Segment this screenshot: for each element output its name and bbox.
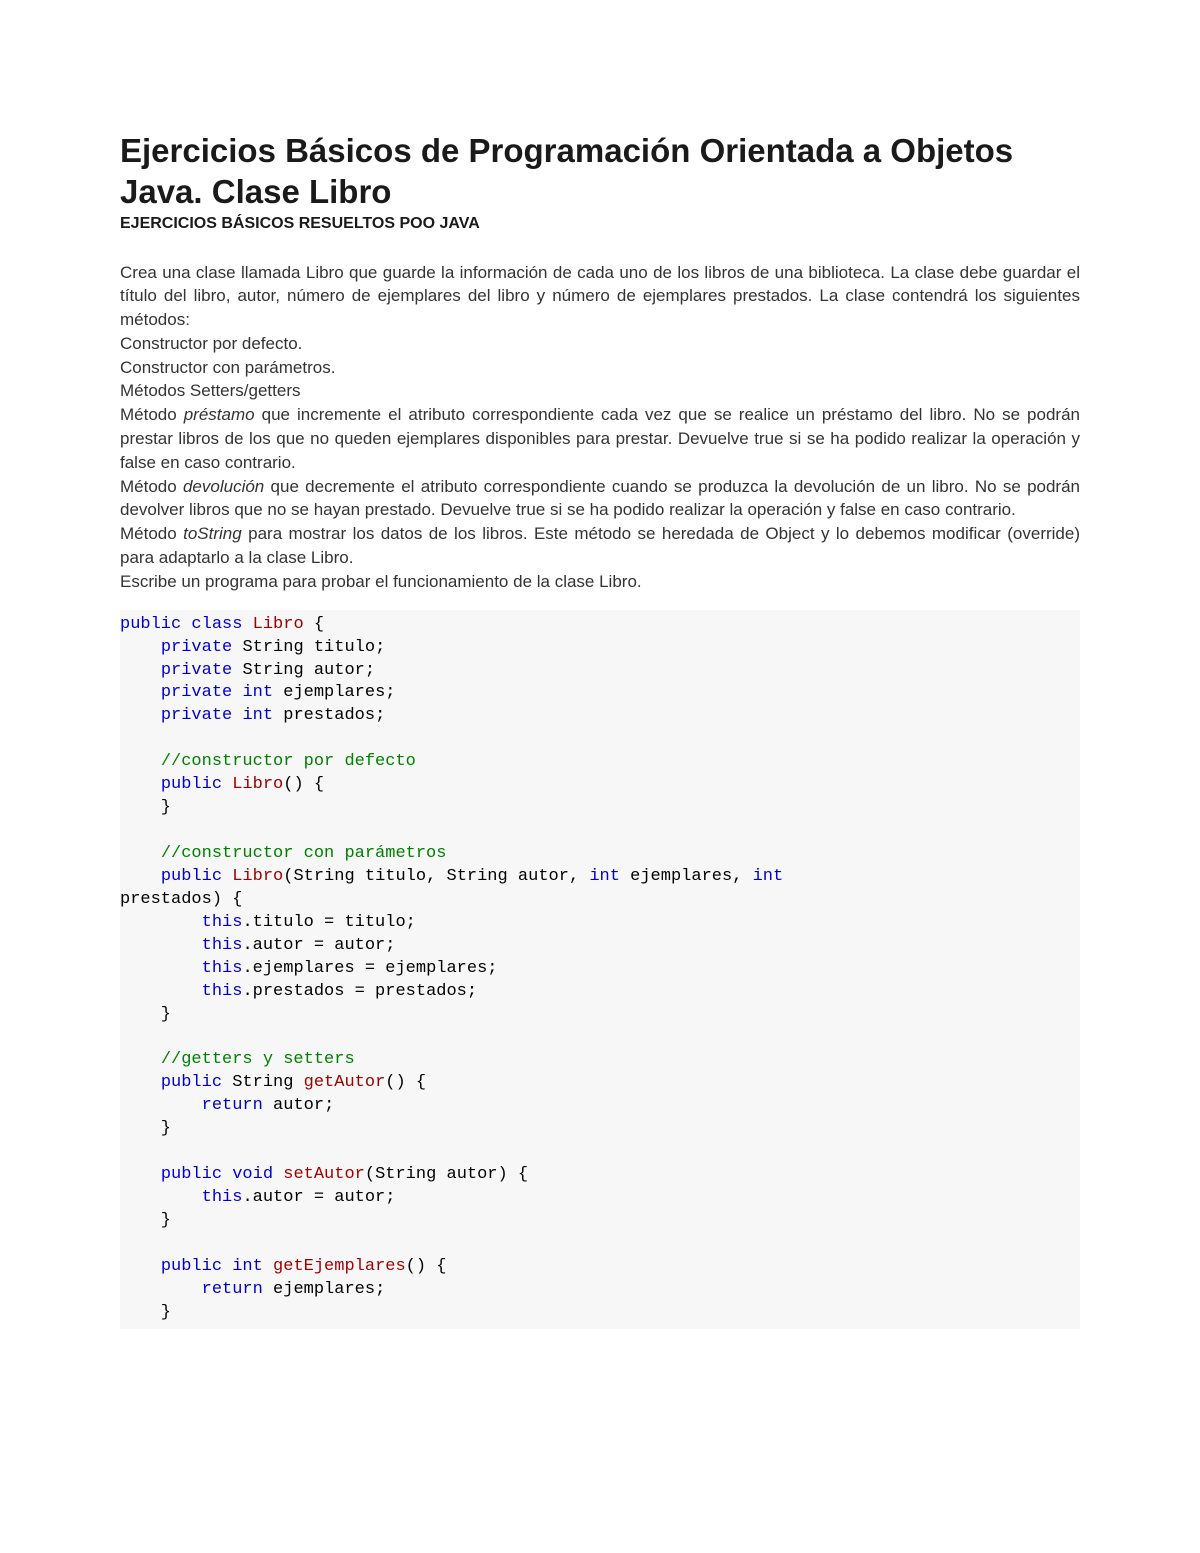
statement: .autor = autor;: [242, 936, 395, 955]
identifier: autor: [518, 867, 569, 886]
type: String: [232, 1073, 293, 1092]
keyword: this: [202, 982, 243, 1001]
class-name: Libro: [253, 615, 304, 634]
text: Método: [120, 405, 177, 424]
keyword: int: [242, 706, 273, 725]
intro-method-tostring: Método toString para mostrar los datos d…: [120, 522, 1080, 570]
comment: //constructor por defecto: [161, 752, 416, 771]
keyword: private: [161, 638, 232, 657]
identifier: prestados: [283, 706, 375, 725]
page-title: Ejercicios Básicos de Programación Orien…: [120, 130, 1080, 213]
intro-final: Escribe un programa para probar el funci…: [120, 570, 1080, 594]
keyword: private: [161, 706, 232, 725]
identifier: ejemplares: [273, 1280, 375, 1299]
emphasis: toString: [177, 524, 248, 543]
text: Método: [120, 524, 177, 543]
keyword: public: [161, 775, 222, 794]
keyword: void: [232, 1165, 273, 1184]
keyword: int: [589, 867, 620, 886]
emphasis: devolución: [177, 477, 271, 496]
type: String: [242, 661, 303, 680]
intro-line: Constructor con parámetros.: [120, 356, 1080, 380]
text: Método: [120, 477, 177, 496]
keyword: this: [202, 959, 243, 978]
method-name: getEjemplares: [273, 1257, 406, 1276]
class-name: Libro: [232, 775, 283, 794]
keyword: return: [202, 1280, 263, 1299]
keyword: this: [202, 913, 243, 932]
type: String: [375, 1165, 436, 1184]
keyword: private: [161, 661, 232, 680]
class-name: Libro: [232, 867, 283, 886]
identifier: titulo: [314, 638, 375, 657]
intro-method-prestamo: Método préstamo que incremente el atribu…: [120, 403, 1080, 474]
identifier: autor: [273, 1096, 324, 1115]
text: para mostrar los datos de los libros. Es…: [120, 524, 1080, 567]
keyword: return: [202, 1096, 263, 1115]
comment: //getters y setters: [161, 1050, 355, 1069]
keyword: public: [161, 1073, 222, 1092]
code-block: public class Libro { private String titu…: [120, 610, 1080, 1329]
keyword: class: [191, 615, 242, 634]
page-subtitle: EJERCICIOS BÁSICOS RESUELTOS POO JAVA: [120, 215, 1080, 233]
statement: .prestados = prestados;: [242, 982, 477, 1001]
keyword: public: [161, 1165, 222, 1184]
identifier: ejemplares: [630, 867, 732, 886]
keyword: int: [242, 683, 273, 702]
emphasis: préstamo: [177, 405, 262, 424]
keyword: this: [202, 936, 243, 955]
statement: .ejemplares = ejemplares;: [242, 959, 497, 978]
method-name: setAutor: [283, 1165, 365, 1184]
keyword: public: [120, 615, 181, 634]
intro-text: Crea una clase llamada Libro que guarde …: [120, 261, 1080, 594]
keyword: int: [232, 1257, 263, 1276]
method-name: getAutor: [304, 1073, 386, 1092]
keyword: int: [753, 867, 784, 886]
keyword: this: [202, 1188, 243, 1207]
type: String: [242, 638, 303, 657]
identifier: autor: [447, 1165, 498, 1184]
keyword: public: [161, 867, 222, 886]
keyword: public: [161, 1257, 222, 1276]
keyword: private: [161, 683, 232, 702]
statement: .titulo = titulo;: [242, 913, 415, 932]
identifier: titulo: [365, 867, 426, 886]
identifier: prestados: [120, 890, 212, 909]
type: String: [447, 867, 508, 886]
statement: .autor = autor;: [242, 1188, 395, 1207]
intro-paragraph: Crea una clase llamada Libro que guarde …: [120, 261, 1080, 332]
type: String: [293, 867, 354, 886]
text: que incremente el atributo correspondien…: [120, 405, 1080, 472]
identifier: ejemplares: [283, 683, 385, 702]
identifier: autor: [314, 661, 365, 680]
intro-line: Métodos Setters/getters: [120, 379, 1080, 403]
intro-method-devolucion: Método devolución que decremente el atri…: [120, 475, 1080, 523]
comment: //constructor con parámetros: [161, 844, 447, 863]
intro-line: Constructor por defecto.: [120, 332, 1080, 356]
